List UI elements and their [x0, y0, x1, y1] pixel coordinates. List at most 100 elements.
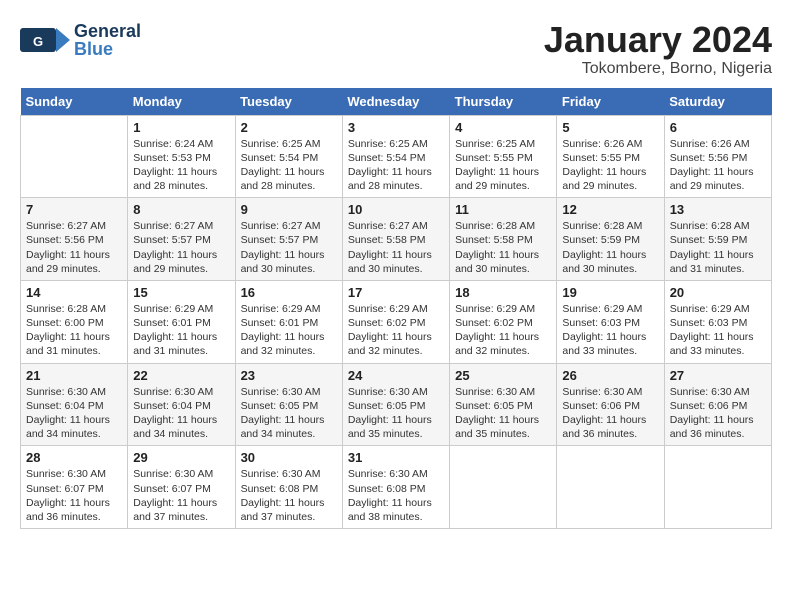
day-info: Sunrise: 6:29 AM Sunset: 6:03 PM Dayligh…: [670, 302, 766, 359]
location-subtitle: Tokombere, Borno, Nigeria: [544, 60, 772, 78]
day-info: Sunrise: 6:28 AM Sunset: 6:00 PM Dayligh…: [26, 302, 122, 359]
calendar-cell: 1Sunrise: 6:24 AM Sunset: 5:53 PM Daylig…: [128, 115, 235, 198]
day-info: Sunrise: 6:28 AM Sunset: 5:59 PM Dayligh…: [670, 219, 766, 276]
calendar-cell: 19 Sunrise: 6:29 AM Sunset: 6:03 PM Dayli…: [557, 280, 664, 363]
day-number: 11: [455, 202, 551, 217]
day-info: Sunrise: 6:30 AM Sunset: 6:05 PM Dayligh…: [241, 385, 337, 442]
calendar-cell: 22 Sunrise: 6:30 AM Sunset: 6:04 PM Dayli…: [128, 363, 235, 446]
calendar-cell: 4 Sunrise: 6:25 AM Sunset: 5:55 PM Daylig…: [450, 115, 557, 198]
day-info: Sunrise: 6:28 AM Sunset: 5:58 PM Dayligh…: [455, 219, 551, 276]
day-number: 18: [455, 285, 551, 300]
day-info: Sunrise: 6:30 AM Sunset: 6:08 PM Dayligh…: [241, 467, 337, 524]
day-info: Sunrise: 6:27 AM Sunset: 5:56 PM Dayligh…: [26, 219, 122, 276]
day-number: 4: [455, 120, 551, 135]
calendar-cell: 27 Sunrise: 6:30 AM Sunset: 6:06 PM Dayli…: [664, 363, 771, 446]
day-info: Sunrise: 6:30 AM Sunset: 6:08 PM Dayligh…: [348, 467, 444, 524]
day-number: 10: [348, 202, 444, 217]
day-info: Sunrise: 6:29 AM Sunset: 6:02 PM Dayligh…: [455, 302, 551, 359]
calendar-cell: [664, 446, 771, 529]
day-header-wednesday: Wednesday: [342, 88, 449, 116]
calendar-week-3: 14 Sunrise: 6:28 AM Sunset: 6:00 PM Dayli…: [21, 280, 772, 363]
day-number: 21: [26, 368, 122, 383]
day-info: Sunrise: 6:28 AM Sunset: 5:59 PM Dayligh…: [562, 219, 658, 276]
day-header-tuesday: Tuesday: [235, 88, 342, 116]
calendar-cell: 11 Sunrise: 6:28 AM Sunset: 5:58 PM Dayli…: [450, 198, 557, 281]
month-title: January 2024: [544, 20, 772, 60]
day-info: Sunrise: 6:25 AM Sunset: 5:55 PM Dayligh…: [455, 137, 551, 194]
day-header-thursday: Thursday: [450, 88, 557, 116]
day-header-friday: Friday: [557, 88, 664, 116]
calendar-cell: [21, 115, 128, 198]
day-info: Sunrise: 6:27 AM Sunset: 5:58 PM Dayligh…: [348, 219, 444, 276]
page-header: G General Blue January 2024 Tokombere, B…: [20, 20, 772, 78]
day-number: 2: [241, 120, 337, 135]
calendar-cell: 30 Sunrise: 6:30 AM Sunset: 6:08 PM Dayli…: [235, 446, 342, 529]
day-info: Sunrise: 6:30 AM Sunset: 6:04 PM Dayligh…: [133, 385, 229, 442]
day-info: Sunrise: 6:30 AM Sunset: 6:07 PM Dayligh…: [26, 467, 122, 524]
title-block: January 2024 Tokombere, Borno, Nigeria: [544, 20, 772, 78]
day-number: 14: [26, 285, 122, 300]
logo: G General Blue: [20, 20, 141, 60]
day-info: Sunrise: 6:27 AM Sunset: 5:57 PM Dayligh…: [241, 219, 337, 276]
calendar-week-1: 1Sunrise: 6:24 AM Sunset: 5:53 PM Daylig…: [21, 115, 772, 198]
day-info: Sunrise: 6:25 AM Sunset: 5:54 PM Dayligh…: [241, 137, 337, 194]
calendar-body: 1Sunrise: 6:24 AM Sunset: 5:53 PM Daylig…: [21, 115, 772, 528]
calendar-cell: 13 Sunrise: 6:28 AM Sunset: 5:59 PM Dayli…: [664, 198, 771, 281]
day-info: Sunrise: 6:30 AM Sunset: 6:04 PM Dayligh…: [26, 385, 122, 442]
day-number: 30: [241, 450, 337, 465]
day-number: 15: [133, 285, 229, 300]
day-number: 27: [670, 368, 766, 383]
day-number: 19: [562, 285, 658, 300]
calendar-week-5: 28 Sunrise: 6:30 AM Sunset: 6:07 PM Dayli…: [21, 446, 772, 529]
day-info: Sunrise: 6:26 AM Sunset: 5:56 PM Dayligh…: [670, 137, 766, 194]
day-number: 24: [348, 368, 444, 383]
day-number: 25: [455, 368, 551, 383]
day-number: 28: [26, 450, 122, 465]
calendar-cell: 16Sunrise: 6:29 AM Sunset: 6:01 PM Dayli…: [235, 280, 342, 363]
calendar-cell: 21 Sunrise: 6:30 AM Sunset: 6:04 PM Dayli…: [21, 363, 128, 446]
calendar-cell: 29Sunrise: 6:30 AM Sunset: 6:07 PM Dayli…: [128, 446, 235, 529]
svg-text:G: G: [33, 34, 43, 49]
calendar-cell: 31Sunrise: 6:30 AM Sunset: 6:08 PM Dayli…: [342, 446, 449, 529]
day-info: Sunrise: 6:29 AM Sunset: 6:01 PM Dayligh…: [241, 302, 337, 359]
calendar-header-row: SundayMondayTuesdayWednesdayThursdayFrid…: [21, 88, 772, 116]
day-number: 9: [241, 202, 337, 217]
day-number: 1: [133, 120, 229, 135]
day-number: 23: [241, 368, 337, 383]
calendar-cell: 28 Sunrise: 6:30 AM Sunset: 6:07 PM Dayli…: [21, 446, 128, 529]
day-info: Sunrise: 6:27 AM Sunset: 5:57 PM Dayligh…: [133, 219, 229, 276]
day-number: 3: [348, 120, 444, 135]
calendar-cell: 2 Sunrise: 6:25 AM Sunset: 5:54 PM Daylig…: [235, 115, 342, 198]
day-header-monday: Monday: [128, 88, 235, 116]
day-number: 20: [670, 285, 766, 300]
calendar-cell: 7 Sunrise: 6:27 AM Sunset: 5:56 PM Daylig…: [21, 198, 128, 281]
calendar-cell: 26Sunrise: 6:30 AM Sunset: 6:06 PM Dayli…: [557, 363, 664, 446]
day-number: 17: [348, 285, 444, 300]
calendar-cell: 24 Sunrise: 6:30 AM Sunset: 6:05 PM Dayli…: [342, 363, 449, 446]
day-number: 29: [133, 450, 229, 465]
calendar-cell: [450, 446, 557, 529]
day-number: 5: [562, 120, 658, 135]
calendar-cell: 15 Sunrise: 6:29 AM Sunset: 6:01 PM Dayli…: [128, 280, 235, 363]
logo-icon: G: [20, 20, 70, 60]
calendar-week-4: 21 Sunrise: 6:30 AM Sunset: 6:04 PM Dayli…: [21, 363, 772, 446]
calendar-cell: 18 Sunrise: 6:29 AM Sunset: 6:02 PM Dayli…: [450, 280, 557, 363]
calendar-cell: 6Sunrise: 6:26 AM Sunset: 5:56 PM Daylig…: [664, 115, 771, 198]
calendar-cell: 25Sunrise: 6:30 AM Sunset: 6:05 PM Dayli…: [450, 363, 557, 446]
day-number: 22: [133, 368, 229, 383]
day-info: Sunrise: 6:29 AM Sunset: 6:01 PM Dayligh…: [133, 302, 229, 359]
day-info: Sunrise: 6:30 AM Sunset: 6:06 PM Dayligh…: [670, 385, 766, 442]
calendar-cell: 10 Sunrise: 6:27 AM Sunset: 5:58 PM Dayli…: [342, 198, 449, 281]
day-header-saturday: Saturday: [664, 88, 771, 116]
day-header-sunday: Sunday: [21, 88, 128, 116]
day-info: Sunrise: 6:29 AM Sunset: 6:03 PM Dayligh…: [562, 302, 658, 359]
calendar-week-2: 7 Sunrise: 6:27 AM Sunset: 5:56 PM Daylig…: [21, 198, 772, 281]
calendar-cell: 17Sunrise: 6:29 AM Sunset: 6:02 PM Dayli…: [342, 280, 449, 363]
day-info: Sunrise: 6:25 AM Sunset: 5:54 PM Dayligh…: [348, 137, 444, 194]
day-info: Sunrise: 6:30 AM Sunset: 6:06 PM Dayligh…: [562, 385, 658, 442]
day-number: 7: [26, 202, 122, 217]
day-number: 13: [670, 202, 766, 217]
calendar-cell: 8Sunrise: 6:27 AM Sunset: 5:57 PM Daylig…: [128, 198, 235, 281]
day-number: 12: [562, 202, 658, 217]
day-info: Sunrise: 6:30 AM Sunset: 6:05 PM Dayligh…: [348, 385, 444, 442]
